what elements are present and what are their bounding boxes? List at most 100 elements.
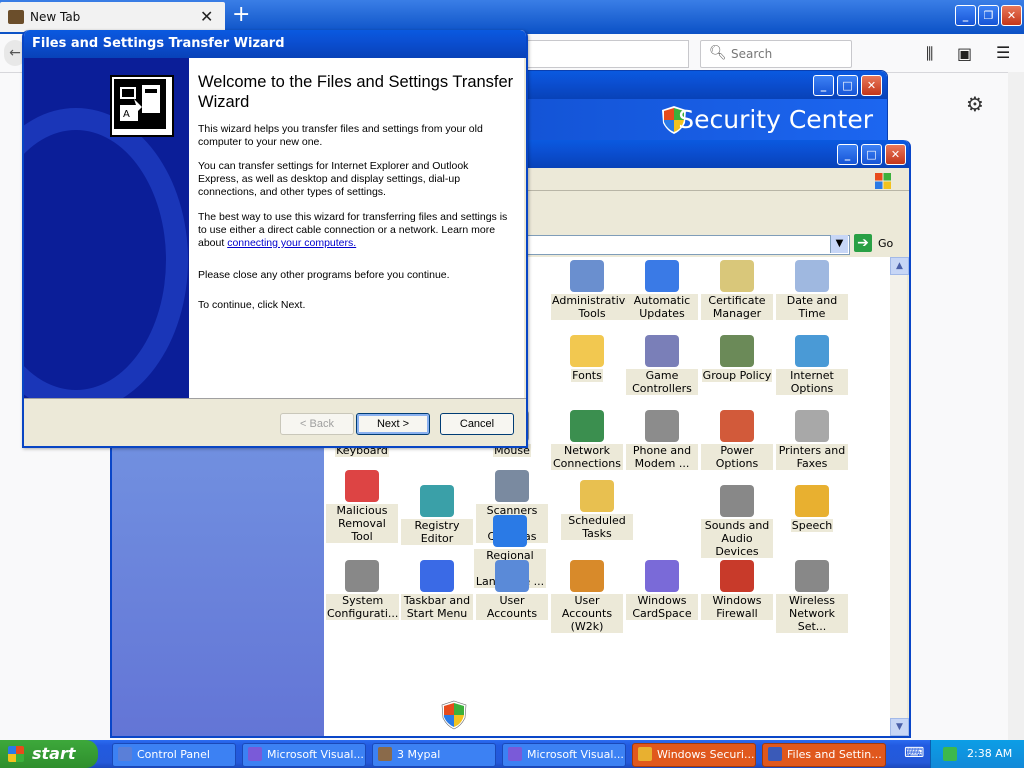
firefox-scrollbar[interactable] (1008, 72, 1024, 740)
cp-item-label: Automatic Updates (626, 294, 698, 320)
search-box[interactable]: 🔍︎ Search (700, 40, 852, 68)
cp-item-label: Fonts (571, 369, 603, 382)
taskbar-button-0[interactable]: Control Panel (112, 743, 236, 767)
wizard-titlebar[interactable]: Files and Settings Transfer Wizard (24, 30, 526, 58)
cp-item-group-policy[interactable]: Group Policy (701, 335, 773, 382)
cp-maximize-button[interactable]: □ (861, 144, 882, 165)
menu-hamburger-icon[interactable]: ☰ (996, 43, 1010, 62)
scheduled-tasks-icon (580, 480, 614, 512)
mypal-favicon-icon (8, 10, 24, 24)
wizard-heading: Welcome to the Files and Settings Transf… (198, 73, 514, 111)
clock-icon (795, 260, 829, 292)
taskbar-icon (420, 560, 454, 592)
cp-item-automatic-updates[interactable]: Automatic Updates (626, 260, 698, 320)
keyboard-layout-icon[interactable]: ⌨ (904, 745, 924, 761)
cp-item-windows-firewall[interactable]: Windows Firewall (701, 560, 773, 620)
cp-item-printers-and-faxes[interactable]: Printers and Faxes (776, 410, 848, 470)
cp-item-power-options[interactable]: Power Options (701, 410, 773, 470)
cp-item-label: Phone and Modem ... (626, 444, 698, 470)
cp-item-phone-and-modem-[interactable]: Phone and Modem ... (626, 410, 698, 470)
cp-item-system-configurati-[interactable]: System Configurati... (326, 560, 400, 620)
sc-close-button[interactable]: ✕ (861, 75, 882, 96)
cp-item-scheduled-tasks[interactable]: Scheduled Tasks (561, 480, 633, 540)
cp-item-administrative-tools[interactable]: Administrative Tools (551, 260, 634, 320)
cp-item-fonts[interactable]: Fonts (551, 335, 623, 382)
windows-logo-icon (875, 173, 891, 189)
ff-minimize-button[interactable]: _ (955, 5, 976, 26)
users-w2k-icon (570, 560, 604, 592)
cancel-button[interactable]: Cancel (440, 413, 514, 435)
ff-close-button[interactable]: ✕ (1001, 5, 1022, 26)
taskbar-button-4[interactable]: Windows Securi... (632, 743, 756, 767)
cp-item-sounds-and-audio-devices[interactable]: Sounds and Audio Devices (701, 485, 773, 558)
group-policy-icon (720, 335, 754, 367)
tray-network-icon[interactable] (943, 747, 957, 761)
close-tab-icon[interactable]: ✕ (200, 7, 213, 26)
cp-scrollbar[interactable]: ▲ ▼ (890, 257, 909, 736)
cp-item-malicious-removal-tool[interactable]: Malicious Removal Tool (326, 470, 398, 543)
scroll-down-icon[interactable]: ▼ (890, 718, 909, 736)
scroll-up-icon[interactable]: ▲ (890, 257, 909, 275)
cp-item-label: Printers and Faxes (776, 444, 848, 470)
cp-minimize-button[interactable]: _ (837, 144, 858, 165)
speaker-icon (720, 485, 754, 517)
cp-item-label: Malicious Removal Tool (326, 504, 398, 543)
cp-item-wireless-network-set-[interactable]: Wireless Network Set... (776, 560, 848, 633)
power-icon (720, 410, 754, 442)
gear-icon[interactable]: ⚙ (966, 92, 984, 116)
sidebar-icon[interactable]: ▣ (957, 44, 972, 63)
cp-item-game-controllers[interactable]: Game Controllers (626, 335, 698, 395)
url-bar[interactable] (525, 40, 689, 68)
cp-item-taskbar-and-start-menu[interactable]: Taskbar and Start Menu (401, 560, 473, 620)
cp-item-label: Administrative Tools (551, 294, 634, 320)
ff-restore-button[interactable]: ❐ (978, 5, 999, 26)
cp-item-label: Network Connections (551, 444, 623, 470)
scanner-icon (495, 470, 529, 502)
taskbar-button-1[interactable]: Microsoft Visual... (242, 743, 366, 767)
cp-item-internet-options[interactable]: Internet Options (776, 335, 848, 395)
windows-flag-icon (8, 746, 24, 762)
cp-item-label: Speech (790, 519, 834, 532)
cp-item-label: Taskbar and Start Menu (401, 594, 473, 620)
cp-item-user-accounts-w2k-[interactable]: User Accounts (W2k) (551, 560, 623, 633)
sc-minimize-button[interactable]: _ (813, 75, 834, 96)
cp-item-date-and-time[interactable]: Date and Time (776, 260, 848, 320)
go-arrow-icon: ➔ (854, 234, 872, 252)
taskbar-button-2[interactable]: 3 Mypal (372, 743, 496, 767)
users-icon (495, 560, 529, 592)
sc-maximize-button[interactable]: □ (837, 75, 858, 96)
back-button[interactable]: < Back (280, 413, 354, 435)
cp-item-label: Date and Time (776, 294, 848, 320)
cp-item-windows-cardspace[interactable]: Windows CardSpace (626, 560, 698, 620)
cp-item-label: User Accounts (476, 594, 548, 620)
cp-item-certificate-manager[interactable]: Certificate Manager (701, 260, 773, 320)
cp-item-speech[interactable]: Speech (776, 485, 848, 532)
cp-item-label: Windows Firewall (701, 594, 773, 620)
svg-text:A: A (123, 109, 130, 120)
cp-item-label: Scheduled Tasks (561, 514, 633, 540)
address-dropdown-icon[interactable]: ▼ (830, 235, 848, 253)
cp-item-network-connections[interactable]: Network Connections (551, 410, 623, 470)
cp-item-registry-editor[interactable]: Registry Editor (401, 485, 473, 545)
cp-item-label: Game Controllers (626, 369, 698, 395)
new-tab-plus-icon[interactable]: + (232, 2, 250, 27)
taskbar-button-5[interactable]: Files and Settin... (762, 743, 886, 767)
cp-item-label: Internet Options (776, 369, 848, 395)
taskbar-app-icon (638, 747, 652, 761)
start-button[interactable]: start (0, 740, 98, 768)
connecting-computers-link[interactable]: connecting your computers. (227, 237, 356, 249)
taskbar-button-3[interactable]: Microsoft Visual... (502, 743, 626, 767)
firewall-icon (720, 560, 754, 592)
cp-close-button[interactable]: ✕ (885, 144, 906, 165)
tab-new-tab[interactable]: New Tab ✕ (0, 2, 225, 32)
taskbar-app-icon (118, 747, 132, 761)
library-icon[interactable]: ⫼ (926, 44, 933, 64)
taskbar-button-label: Windows Securi... (657, 748, 755, 761)
next-button[interactable]: Next > (356, 413, 430, 435)
cp-item-label: User Accounts (W2k) (551, 594, 623, 633)
windows-update-icon (645, 260, 679, 292)
cp-item-user-accounts[interactable]: User Accounts (476, 560, 548, 620)
security-alert-shield-icon[interactable] (441, 700, 467, 730)
cardspace-icon (645, 560, 679, 592)
registry-icon (420, 485, 454, 517)
